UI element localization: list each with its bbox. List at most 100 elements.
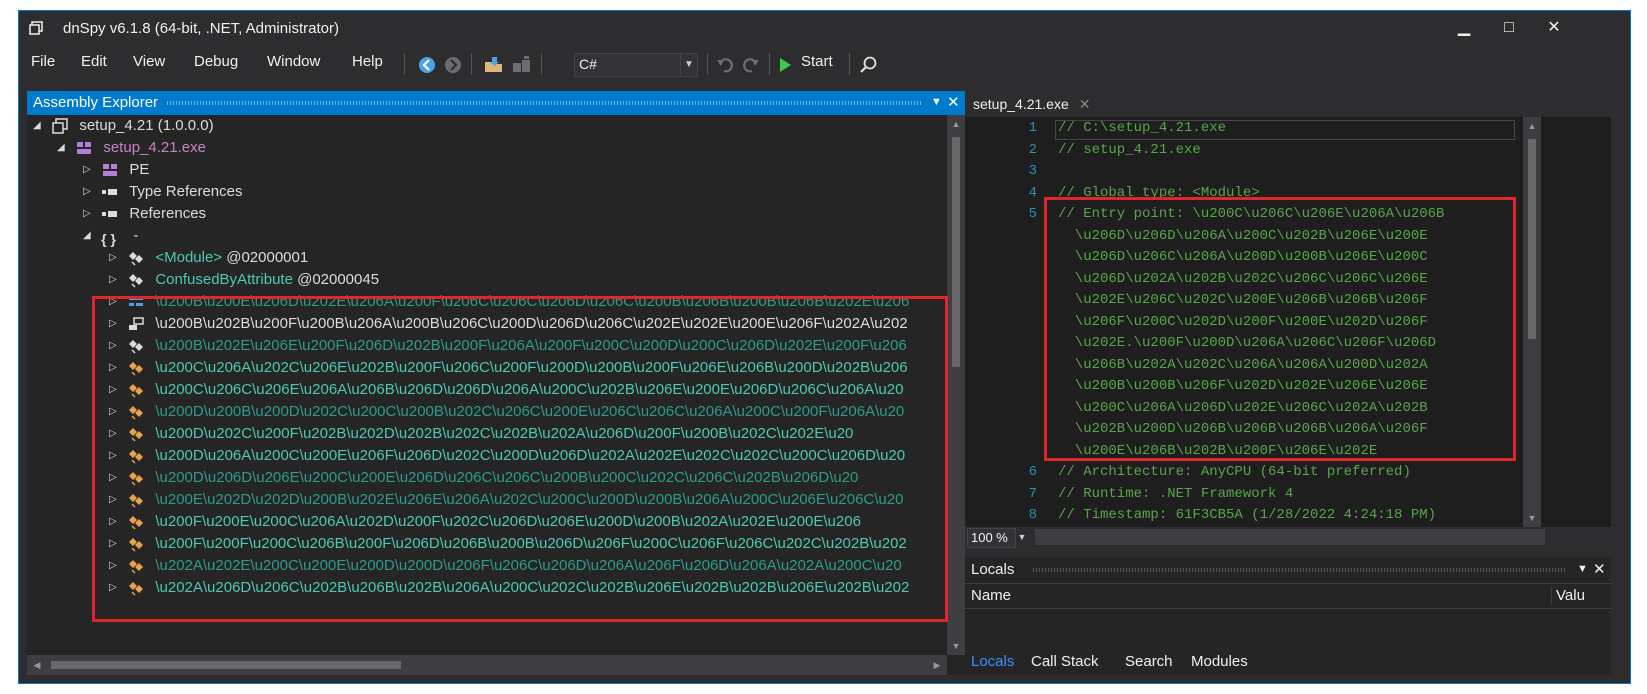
expanded-arrow-icon[interactable]: ◢	[57, 137, 71, 159]
collapsed-arrow-icon[interactable]: ▷	[109, 511, 123, 533]
expanded-arrow-icon[interactable]: ◢	[33, 115, 47, 137]
search-icon[interactable]	[859, 55, 879, 75]
tree-node-class[interactable]: ▷ \u200E\u202D\u202D\u200B\u202E\u206E\u…	[109, 489, 903, 511]
scroll-thumb[interactable]	[952, 137, 960, 367]
collapsed-arrow-icon[interactable]: ▷	[109, 445, 123, 467]
tree-node-pe[interactable]: ▷ PE	[83, 159, 149, 181]
class-icon	[129, 428, 144, 442]
collapsed-arrow-icon[interactable]: ▷	[109, 291, 123, 313]
open-folder-icon[interactable]	[483, 55, 505, 75]
tree-node-assembly[interactable]: ◢ setup_4.21 (1.0.0.0)	[33, 115, 214, 137]
tab-setup-exe[interactable]: setup_4.21.exe ✕	[967, 91, 1096, 117]
line-number: 8	[1028, 507, 1037, 523]
tree-node-class[interactable]: ▷ \u202A\u206D\u206C\u202B\u206B\u202B\u…	[109, 577, 909, 599]
scroll-up-icon[interactable]: ▲	[947, 115, 965, 133]
column-name[interactable]: Name	[971, 587, 1011, 604]
pe-icon	[103, 164, 118, 177]
collapsed-arrow-icon[interactable]: ▷	[109, 577, 123, 599]
tab-locals[interactable]: Locals	[971, 653, 1014, 670]
collapsed-arrow-icon[interactable]: ▷	[109, 467, 123, 489]
forward-icon[interactable]	[443, 55, 463, 75]
tree-node-enum[interactable]: ▷ \u200B\u200E\u206D\u202E\u206A\u200F\u…	[109, 291, 909, 313]
scroll-thumb[interactable]	[1528, 139, 1536, 339]
tree-node-namespace[interactable]: ◢ { } -	[83, 225, 138, 247]
class-icon	[129, 494, 144, 508]
collapsed-arrow-icon[interactable]: ▷	[83, 159, 97, 181]
tree-horizontal-scrollbar[interactable]: ◀ ▶	[27, 655, 947, 675]
tree-node-references[interactable]: ▷ References	[83, 203, 206, 225]
panel-close-icon[interactable]: ✕	[947, 93, 960, 111]
tab-search[interactable]: Search	[1125, 653, 1173, 670]
language-select[interactable]: C# ▼	[574, 53, 698, 77]
menu-debug[interactable]: Debug	[194, 53, 238, 70]
tree-node-class[interactable]: ▷ \u200C\u206A\u202C\u206E\u202B\u200F\u…	[109, 357, 908, 379]
tab-call-stack[interactable]: Call Stack	[1031, 653, 1099, 670]
menu-view[interactable]: View	[133, 53, 165, 70]
tree-node-class[interactable]: ▷ \u200F\u200F\u200C\u206B\u200F\u206D\u…	[109, 533, 907, 555]
collapsed-arrow-icon[interactable]: ▷	[109, 555, 123, 577]
collapsed-arrow-icon[interactable]: ▷	[109, 269, 123, 291]
scroll-up-icon[interactable]: ▲	[1523, 117, 1541, 135]
column-value[interactable]: Valu	[1551, 587, 1585, 604]
panel-menu-icon[interactable]: ▼	[931, 96, 942, 108]
dnspy-window: dnSpy v6.1.8 (64-bit, .NET, Administrato…	[18, 10, 1631, 684]
chevron-down-icon[interactable]: ▼	[680, 54, 697, 76]
tree-node-type-references[interactable]: ▷ Type References	[83, 181, 242, 203]
collapsed-arrow-icon[interactable]: ▷	[109, 335, 123, 357]
code-editor[interactable]: 1 // C:\setup_4.21.exe 2 // setup_4.21.exe 3…	[965, 117, 1611, 527]
tree-node-class[interactable]: ▷ \u200F\u200E\u200C\u206A\u202D\u200F\u…	[109, 511, 861, 533]
tree-node-class[interactable]: ▷ \u202A\u202E\u200C\u200E\u200D\u200D\u…	[109, 555, 902, 577]
tree-node-class[interactable]: ▷ \u200D\u206A\u200C\u200E\u206F\u206D\u…	[109, 445, 905, 467]
panel-menu-icon[interactable]: ▼	[1577, 563, 1588, 575]
tree-node-class[interactable]: ▷ \u200D\u202C\u200F\u202B\u202D\u202B\u…	[109, 423, 853, 445]
expanded-arrow-icon[interactable]: ◢	[83, 225, 97, 247]
collapsed-arrow-icon[interactable]: ▷	[109, 357, 123, 379]
editor-horizontal-scrollbar[interactable]	[1035, 529, 1545, 545]
scroll-right-icon[interactable]: ▶	[927, 655, 947, 675]
tree-node-interface[interactable]: ▷ \u200B\u202B\u200F\u200B\u206A\u200B\u…	[109, 313, 908, 335]
start-icon[interactable]	[777, 55, 793, 75]
back-icon[interactable]	[417, 55, 437, 75]
tree-node-module[interactable]: ◢ setup_4.21.exe	[57, 137, 206, 159]
collapsed-arrow-icon[interactable]: ▷	[109, 489, 123, 511]
tree-node-class[interactable]: ▷ \u200B\u202E\u206E\u200F\u206D\u202B\u…	[109, 335, 907, 357]
menu-help[interactable]: Help	[352, 53, 383, 70]
collapsed-arrow-icon[interactable]: ▷	[109, 379, 123, 401]
tree-node-class[interactable]: ▷ \u200D\u200B\u200D\u202C\u200C\u200B\u…	[109, 401, 904, 423]
zoom-level[interactable]: 100 %	[967, 528, 1016, 548]
menu-file[interactable]: File	[31, 53, 55, 70]
collapsed-arrow-icon[interactable]: ▷	[109, 313, 123, 335]
chevron-down-icon[interactable]: ▼	[1015, 528, 1029, 546]
collapsed-arrow-icon[interactable]: ▷	[109, 533, 123, 555]
tree-node-class[interactable]: ▷ ConfusedByAttribute @02000045	[109, 269, 379, 291]
collapsed-arrow-icon[interactable]: ▷	[83, 203, 97, 225]
scroll-thumb[interactable]	[51, 661, 401, 669]
open-list-icon[interactable]	[511, 55, 533, 75]
tab-modules[interactable]: Modules	[1191, 653, 1248, 670]
maximize-button[interactable]: □	[1489, 15, 1529, 41]
collapsed-arrow-icon[interactable]: ▷	[109, 247, 123, 269]
menu-edit[interactable]: Edit	[81, 53, 107, 70]
scroll-left-icon[interactable]: ◀	[27, 655, 47, 675]
editor-vertical-scrollbar[interactable]: ▲ ▼	[1523, 117, 1541, 527]
tree-node-class[interactable]: ▷ <Module> @02000001	[109, 247, 308, 269]
app-icon	[29, 21, 43, 35]
tab-close-icon[interactable]: ✕	[1079, 96, 1091, 112]
scroll-down-icon[interactable]: ▼	[947, 637, 965, 655]
class-icon	[129, 384, 144, 398]
collapsed-arrow-icon[interactable]: ▷	[109, 401, 123, 423]
close-button[interactable]: ✕	[1534, 15, 1574, 41]
collapsed-arrow-icon[interactable]: ▷	[83, 181, 97, 203]
tree-vertical-scrollbar[interactable]: ▲ ▼	[947, 115, 965, 655]
menu-window[interactable]: Window	[267, 53, 320, 70]
panel-close-icon[interactable]: ✕	[1593, 560, 1606, 578]
minimize-button[interactable]: ▁	[1444, 15, 1484, 41]
tree-node-class[interactable]: ▷ \u200D\u206D\u206E\u200C\u200E\u206D\u…	[109, 467, 858, 489]
undo-icon[interactable]	[715, 55, 735, 75]
scroll-down-icon[interactable]: ▼	[1523, 509, 1541, 527]
start-button[interactable]: Start	[801, 53, 833, 70]
toolbar-separator	[471, 53, 472, 75]
collapsed-arrow-icon[interactable]: ▷	[109, 423, 123, 445]
redo-icon[interactable]	[741, 55, 761, 75]
tree-node-class[interactable]: ▷ \u200C\u206C\u206E\u206A\u206B\u206D\u…	[109, 379, 903, 401]
